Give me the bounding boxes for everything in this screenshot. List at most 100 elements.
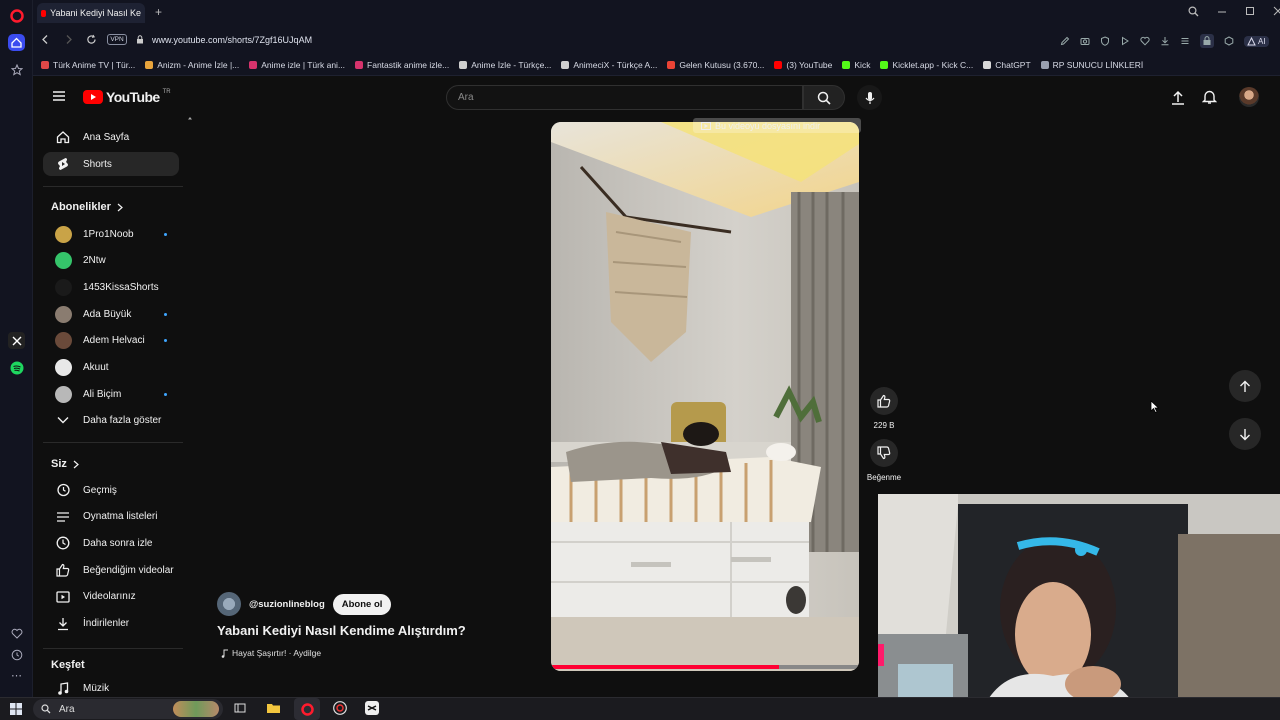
sidebar-scrollbar[interactable] [187,115,192,695]
edit-icon[interactable] [1060,36,1070,46]
bookmark-label: Kick [854,59,871,70]
account-avatar[interactable] [1239,87,1259,107]
tab-search-icon[interactable] [1188,6,1199,17]
youtube-favicon-icon [41,9,47,17]
heart-icon[interactable] [1140,36,1150,46]
search-button[interactable] [803,85,845,110]
opera-logo-icon[interactable] [8,7,25,24]
more-rail-icon[interactable]: ⋯ [8,667,25,684]
bookmark-item[interactable]: Anime izle | Türk ani... [249,60,345,70]
history-rail-icon[interactable] [8,646,25,663]
subscriptions-header[interactable]: Abonelikler [51,201,123,213]
x-twitter-icon[interactable] [8,332,25,349]
sidebar-subscription-item[interactable]: Akuut [43,356,179,380]
bookmark-item[interactable]: Kicklet.app - Kick C... [880,60,973,70]
camera-icon[interactable] [1080,36,1090,46]
bookmark-item[interactable]: Fantastik anime izle... [355,60,449,70]
home-rail-icon[interactable] [8,34,25,51]
upload-icon[interactable] [1171,90,1185,105]
hamburger-menu-icon[interactable] [52,90,66,102]
opera-gx-taskbar-icon[interactable] [333,701,347,715]
bookmark-item[interactable]: Anizm - Anime İzle |... [145,60,239,70]
sidebar-item-playlist[interactable]: Oynatma listeleri [43,505,179,529]
channel-name[interactable]: @suzionlineblog [249,599,325,610]
aria-ai-button[interactable]: AI [1244,35,1269,47]
opera-taskbar-icon[interactable] [294,698,320,720]
subscribe-button[interactable]: Abone ol [332,593,392,615]
sidebar-item-shorts[interactable]: Shorts [43,152,179,176]
sidebar-item-thumbs-up[interactable]: Beğendiğim videolar [43,558,179,582]
close-window-icon[interactable] [1273,6,1280,17]
bookmark-item[interactable]: ChatGPT [983,60,1031,70]
sidebar-subscription-item[interactable]: 2Ntw [43,249,179,273]
sidebar-subscription-item[interactable]: 1453KissaShorts [43,275,179,299]
microphone-icon [865,91,874,104]
capcut-taskbar-icon[interactable] [365,701,379,715]
maximize-icon[interactable] [1245,6,1255,17]
channel-avatar-image [54,225,72,243]
address-field[interactable]: www.youtube.com/shorts/7Zgf16UJqAM [152,30,1102,50]
youtube-logo[interactable]: YouTube TR [83,89,171,105]
voice-search-button[interactable] [857,85,882,110]
sidebar-item-history[interactable]: Geçmiş [43,478,179,502]
download-icon[interactable] [1160,36,1170,46]
previous-short-button[interactable] [1229,370,1261,402]
play-icon[interactable] [1120,36,1130,46]
star-icon[interactable] [8,61,25,78]
windows-start-icon[interactable] [10,703,22,715]
show-more-button[interactable]: Daha fazla göster [43,408,179,432]
download-video-banner[interactable]: Bu videoyu dosyasını indir [693,118,861,133]
menu-lines-icon[interactable] [1180,36,1190,46]
taskbar-search[interactable]: Ara [33,699,223,719]
short-title[interactable]: Yabani Kediyi Nasıl Kendime Alıştırdım? [217,623,466,638]
bookmark-item[interactable]: Anime İzle - Türkçe... [459,60,551,70]
sidebar-subscription-item[interactable]: Adem Helvaci [43,329,179,353]
bookmark-item[interactable]: RP SUNUCU LİNKLERİ [1040,60,1143,70]
you-header[interactable]: Siz [51,458,79,470]
bookmark-label: AnimeciX - Türkçe A... [573,59,658,70]
bookmark-item[interactable]: Kick [842,60,870,70]
next-short-button[interactable] [1229,418,1261,450]
sidebar-item-label: Oynatma listeleri [83,511,158,523]
sidebar-item-download[interactable]: İndirilenler [43,612,179,636]
sidebar-subscription-item[interactable]: 1Pro1Noob [43,222,179,246]
sidebar-subscription-item[interactable]: Ali Biçim [43,382,179,406]
subscription-name: Akuut [83,362,109,373]
bookmark-item[interactable]: Türk Anime TV | Tür... [41,60,135,70]
new-tab-icon[interactable]: + [153,6,164,18]
bookmark-item[interactable]: Gelen Kutusu (3.670... [667,60,764,70]
sidebar-item-video[interactable]: Videolarınız [43,585,179,609]
bookmark-item[interactable]: (3) YouTube [774,60,832,70]
notifications-bell-icon[interactable] [1202,89,1217,105]
sidebar-item-clock[interactable]: Daha sonra izle [43,531,179,555]
lock-icon[interactable] [136,35,144,44]
search-icon [817,91,831,105]
dislike-button[interactable] [870,439,898,467]
shield-icon[interactable] [1100,36,1110,46]
extensions-icon[interactable] [1224,36,1234,46]
webcam-image [878,494,1280,720]
heart-rail-icon[interactable] [8,625,25,642]
like-button[interactable] [870,387,898,415]
back-icon[interactable] [40,34,51,45]
file-explorer-icon[interactable] [267,702,280,714]
short-music[interactable]: Hayat Şaşırtır! · Aydilge [221,648,321,658]
clock-icon [43,536,83,550]
channel-avatar[interactable] [217,592,241,616]
music-note-icon [43,681,83,695]
short-video-player[interactable] [551,122,859,671]
wallet-icon[interactable] [1200,34,1214,48]
bookmark-item[interactable]: AnimeciX - Türkçe A... [561,60,657,70]
minimize-icon[interactable] [1217,6,1227,17]
reload-icon[interactable] [86,34,97,45]
task-view-icon[interactable] [234,702,246,714]
vpn-badge[interactable]: VPN [107,34,127,45]
search-input[interactable]: Ara [446,85,803,110]
webcam-overlay [878,494,1280,720]
forward-icon[interactable] [63,34,74,45]
tab-active[interactable]: Yabani Kediyi Nasıl Ke [37,3,145,23]
spotify-icon[interactable] [8,359,25,376]
sidebar-item-home[interactable]: Ana Sayfa [43,125,179,149]
bookmark-label: (3) YouTube [786,59,833,70]
sidebar-subscription-item[interactable]: Ada Büyük [43,302,179,326]
